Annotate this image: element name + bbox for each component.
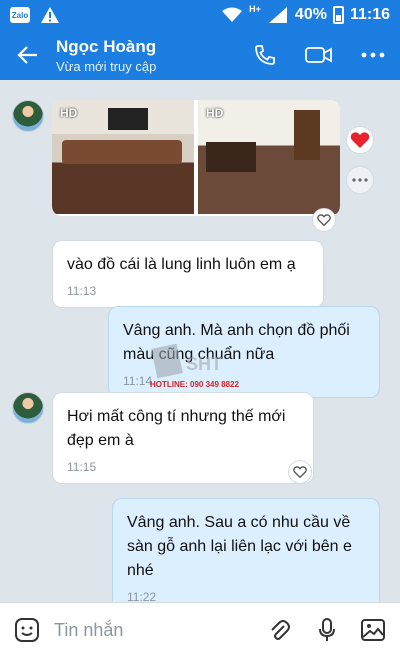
image-button[interactable] (356, 613, 390, 647)
contact-name: Ngọc Hoàng (56, 36, 157, 56)
like-button[interactable] (312, 208, 336, 232)
heart-icon (350, 132, 370, 148)
back-arrow-icon (17, 46, 37, 64)
wifi-icon (222, 7, 243, 22)
hd-badge: HD (206, 106, 224, 120)
attach-icon (271, 620, 290, 640)
more-icon (352, 178, 368, 182)
status-bar: Zalo H+ 40% 11:16 (0, 0, 400, 30)
message-time: 11:22 (127, 590, 157, 602)
tv-shape (108, 108, 148, 130)
zalo-badge: Zalo (10, 7, 30, 23)
phone-icon (255, 45, 275, 65)
photo-message: HD HD (52, 100, 340, 216)
hd-badge: HD (60, 106, 78, 120)
contact-status: Vừa mới truy cập (56, 58, 157, 74)
heart-outline-icon (293, 466, 307, 478)
message-composer: Tin nhắn (0, 602, 400, 657)
clock: 11:16 (349, 6, 390, 23)
message-text: vào đồ cái là lung linh luôn em ạ (67, 256, 296, 273)
door-shape (294, 110, 320, 160)
heart-reaction-button[interactable] (346, 126, 374, 154)
network-type: H+ (249, 4, 261, 14)
call-button[interactable] (238, 30, 292, 80)
back-button[interactable] (0, 30, 56, 80)
video-call-button[interactable] (292, 30, 346, 80)
warning-icon (41, 7, 59, 23)
heart-outline-icon (317, 214, 331, 226)
message-text: Vâng anh. Sau a có nhu cầu về sàn gỗ anh… (127, 514, 352, 579)
more-icon (361, 52, 385, 58)
message-options-button[interactable] (346, 166, 374, 194)
message-time: 11:15 (67, 460, 97, 474)
message-text: Hơi mất công tí nhưng thế mới đẹp em à (67, 408, 286, 449)
battery-icon (332, 6, 344, 24)
photo-living-room[interactable]: HD (52, 100, 194, 214)
message-input[interactable]: Tin nhắn (54, 620, 262, 641)
chat-header: Ngọc Hoàng Vừa mới truy cập (0, 30, 400, 80)
battery-percent: 40% (294, 6, 327, 23)
message-time: 11:13 (67, 284, 97, 298)
more-button[interactable] (346, 30, 400, 80)
message-received[interactable]: vào đồ cái là lung linh luôn em ạ 11:13 (52, 240, 324, 308)
avatar[interactable] (12, 100, 44, 132)
video-icon (305, 47, 332, 63)
sofa-shape (62, 140, 182, 164)
image-icon (361, 619, 385, 641)
chat-area[interactable]: HD HD vào đồ cái là lung linh luôn em ạ … (0, 80, 400, 602)
sticker-button[interactable] (10, 613, 44, 647)
message-sent[interactable]: Vâng anh. Sau a có nhu cầu về sàn gỗ anh… (112, 498, 380, 602)
signal-icon (268, 7, 287, 23)
sticker-icon (15, 618, 39, 642)
avatar[interactable] (12, 392, 44, 424)
watermark-hotline: HOTLINE: 090 349 8822 (150, 380, 239, 389)
attach-button[interactable] (262, 613, 296, 647)
voice-button[interactable] (310, 613, 344, 647)
message-received[interactable]: Hơi mất công tí nhưng thế mới đẹp em à 1… (52, 392, 314, 484)
svg-text:SHT: SHT (186, 354, 222, 374)
mic-icon (319, 618, 335, 641)
photo-office-room[interactable]: HD (198, 100, 340, 214)
desk-shape (206, 142, 256, 172)
contact-info[interactable]: Ngọc Hoàng Vừa mới truy cập (56, 37, 238, 74)
like-button[interactable] (288, 460, 312, 484)
